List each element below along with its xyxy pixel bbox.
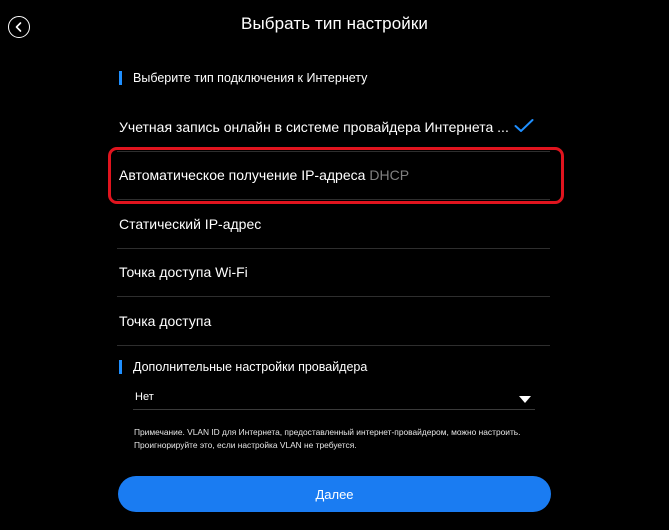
option-isp-account[interactable]: Учетная запись онлайн в системе провайде… (117, 103, 550, 152)
provider-settings-heading: Дополнительные настройки провайдера (119, 360, 367, 374)
option-label: Точка доступа (119, 312, 212, 329)
option-wifi-hotspot[interactable]: Точка доступа Wi-Fi (117, 249, 550, 297)
connection-type-list: Учетная запись онлайн в системе провайде… (117, 103, 550, 346)
option-label: Учетная запись онлайн в системе провайде… (119, 118, 509, 135)
select-value: Нет (135, 390, 154, 403)
page-title: Выбрать тип настройки (241, 14, 428, 33)
checkmark-icon (514, 118, 534, 135)
connection-type-heading: Выберите тип подключения к Интернету (119, 71, 367, 85)
option-suffix-dhcp: DHCP (369, 167, 410, 184)
option-access-point[interactable]: Точка доступа (117, 297, 550, 346)
caret-down-icon (519, 396, 531, 403)
section-accent-bar (119, 360, 122, 374)
option-label: Точка доступа Wi-Fi (119, 264, 248, 281)
next-button[interactable]: Далее (118, 476, 551, 512)
provider-settings-heading-text: Дополнительные настройки провайдера (133, 360, 368, 374)
option-dhcp[interactable]: Автоматическое получение IP-адреса DHCP (117, 152, 550, 200)
option-label: Автоматическое получение IP-адреса (119, 167, 366, 184)
option-label: Статический IP-адрес (119, 215, 262, 232)
connection-type-heading-text: Выберите тип подключения к Интернету (133, 71, 368, 85)
section-accent-bar (119, 71, 122, 85)
setup-screen: Выбрать тип настройки Выберите тип подкл… (0, 0, 669, 530)
provider-settings-select[interactable]: Нет (133, 384, 535, 410)
vlan-note: Примечание. VLAN ID для Интернета, предо… (134, 427, 521, 450)
option-static-ip[interactable]: Статический IP-адрес (117, 200, 550, 249)
